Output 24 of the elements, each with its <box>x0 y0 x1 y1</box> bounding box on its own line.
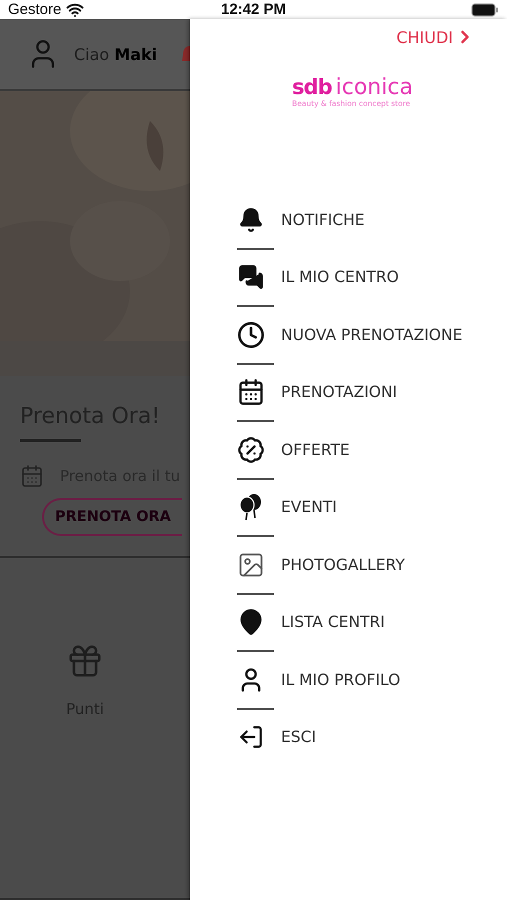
percent-badge-icon <box>237 436 265 464</box>
logo-name: iconica <box>336 77 413 99</box>
menu-item[interactable]: IL MIO PROFILO <box>237 652 507 708</box>
menu-item[interactable]: PHOTOGALLERY <box>237 537 507 592</box>
menu-item[interactable]: NOTIFICHE <box>237 192 507 248</box>
carrier-name: Gestore <box>8 1 62 18</box>
close-button[interactable]: CHIUDI <box>396 27 475 47</box>
menu-item[interactable]: EVENTI <box>237 480 507 535</box>
battery-icon <box>471 2 499 16</box>
menu-item[interactable]: OFFERTE <box>237 422 507 478</box>
greeting-text: Ciao Maki <box>74 44 158 64</box>
menu-item[interactable]: PRENOTAZIONI <box>237 364 507 420</box>
menu-item[interactable]: ESCI <box>237 710 507 765</box>
logout-icon <box>238 724 264 750</box>
menu-item[interactable]: IL MIO CENTRO <box>237 250 507 305</box>
calendar-icon <box>237 378 265 406</box>
logo-mark: sdb <box>292 77 332 98</box>
calendar-icon <box>20 464 44 488</box>
clock-icon <box>237 320 265 349</box>
status-time: 12:42 PM <box>220 1 286 18</box>
image-icon <box>237 550 265 579</box>
chat-icon <box>238 264 264 290</box>
menu-item[interactable]: LISTA CENTRI <box>237 594 507 650</box>
menu-item[interactable]: NUOVA PRENOTAZIONE <box>237 307 507 362</box>
